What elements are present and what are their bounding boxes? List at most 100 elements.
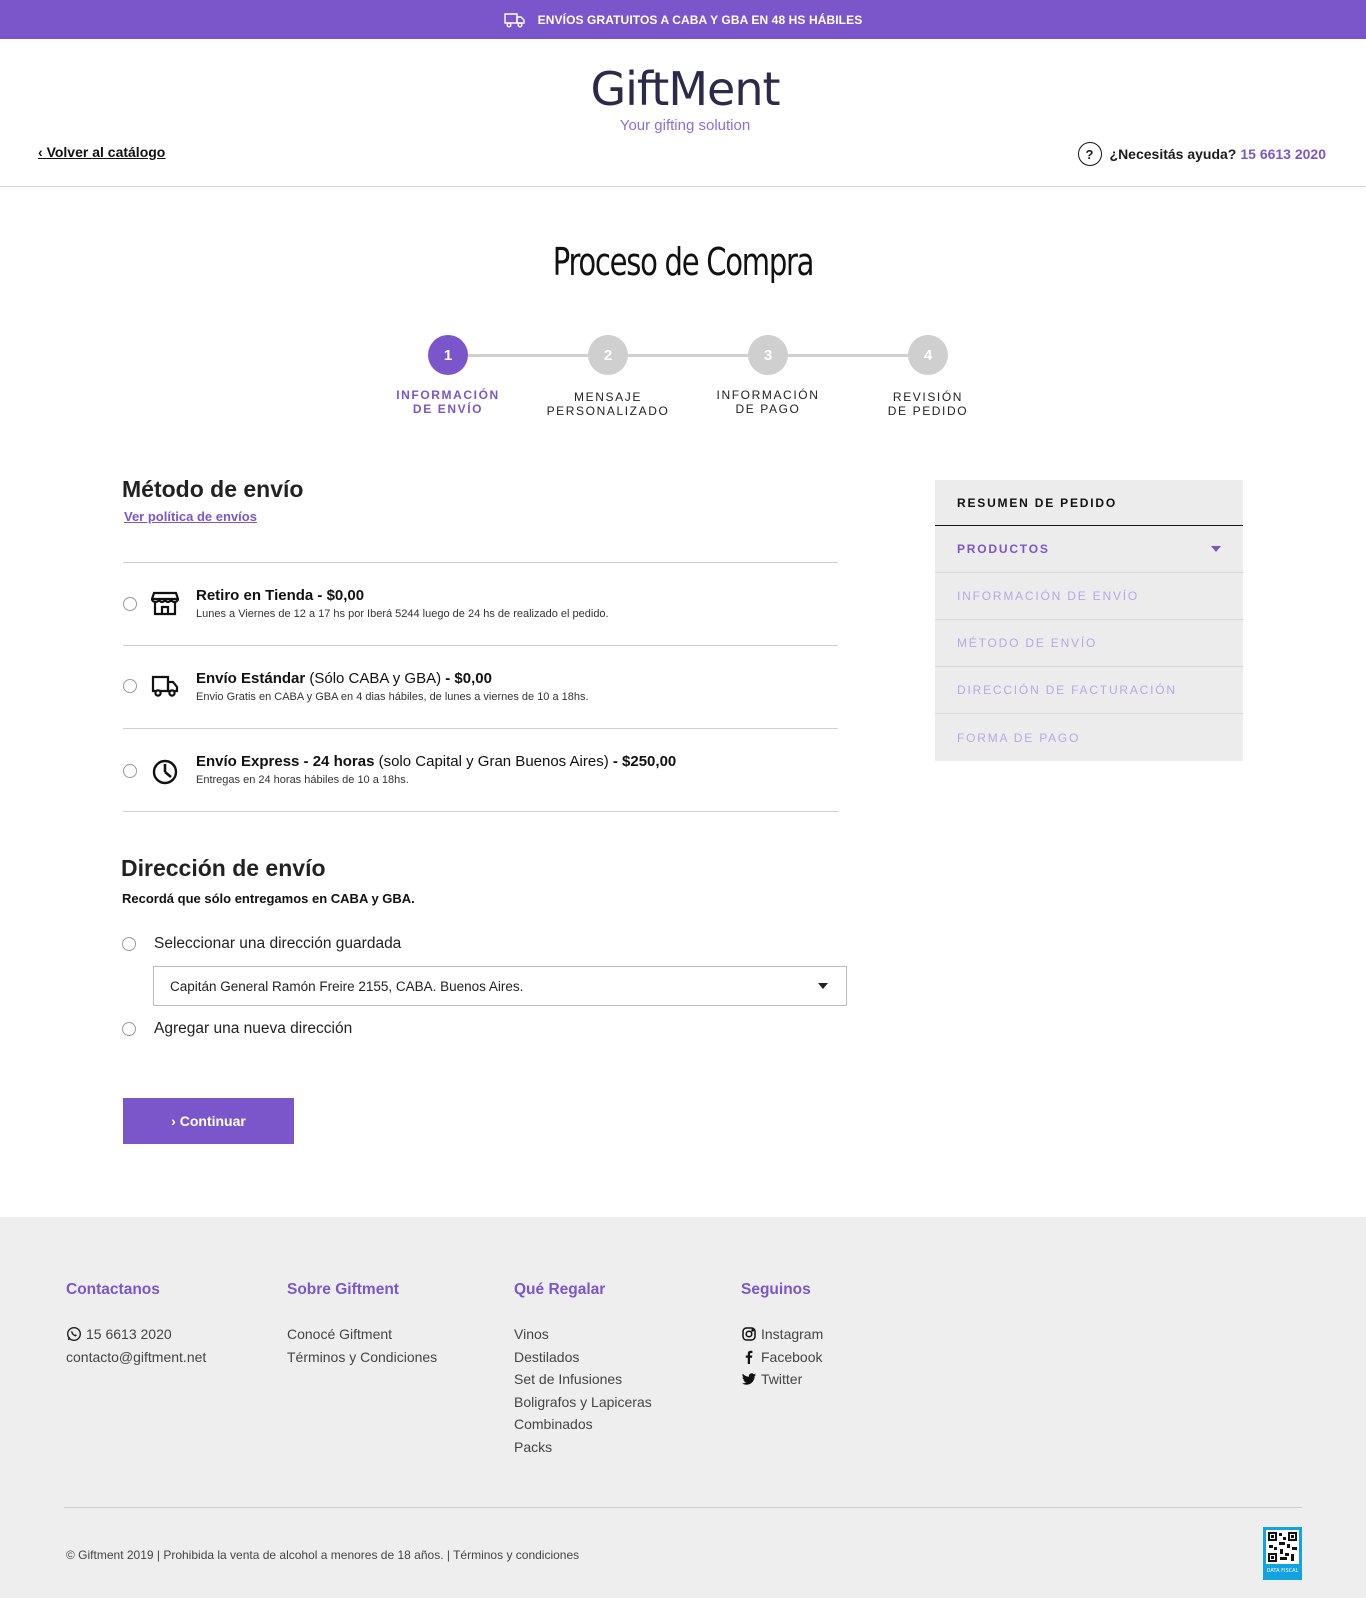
step-3[interactable]: 3 Información de pago — [698, 335, 838, 416]
footer-link-combinados[interactable]: Combinados — [514, 1413, 652, 1436]
footer-contact: Contactanos 15 6613 2020 contacto@giftme… — [66, 1281, 206, 1368]
store-pickup-desc: Lunes a Viernes de 12 a 17 hs por Iberá … — [196, 608, 609, 620]
step-3-label-line1: Información — [716, 388, 820, 402]
summary-item-shipping-info[interactable]: Información de envío — [935, 573, 1243, 620]
page-title: Proceso de Compra — [552, 240, 815, 284]
summary-item-payment[interactable]: Forma de pago — [935, 714, 1243, 761]
footer-link-infusiones[interactable]: Set de Infusiones — [514, 1368, 652, 1391]
footer-about: Sobre Giftment Conocé Giftment Términos … — [287, 1281, 437, 1368]
express-note: (solo Capital y Gran Buenos Aires) — [374, 753, 609, 770]
twitter-label: Twitter — [761, 1371, 803, 1387]
truck-icon — [503, 12, 526, 28]
twitter-icon — [741, 1371, 757, 1387]
shipping-address-heading: Dirección de envío — [121, 855, 326, 881]
footer-gifts: Qué Regalar Vinos Destilados Set de Infu… — [514, 1281, 652, 1458]
footer-link-vinos[interactable]: Vinos — [514, 1323, 652, 1346]
saved-address-select[interactable]: Capitán General Ramón Freire 2155, CABA.… — [153, 966, 847, 1006]
shipping-method-heading: Método de envío — [122, 476, 304, 502]
shipping-option-standard[interactable]: Envío Estándar (Sólo CABA y GBA) - $0,00… — [123, 646, 838, 729]
help-label: ¿Necesitás ayuda? — [1109, 146, 1237, 162]
site-footer: Contactanos 15 6613 2020 contacto@giftme… — [0, 1217, 1366, 1598]
footer-about-heading: Sobre Giftment — [287, 1281, 399, 1298]
step-4-number: 4 — [908, 335, 948, 375]
footer-link-terms[interactable]: Términos y Condiciones — [287, 1346, 437, 1369]
site-header: ‹ Volver al catálogo GiftMent Your gifti… — [0, 39, 1366, 187]
saved-address-value: Capitán General Ramón Freire 2155, CABA.… — [170, 978, 524, 994]
radio-new-address[interactable] — [122, 1022, 136, 1036]
footer-contact-heading: Contactanos — [66, 1281, 160, 1298]
qr-code-icon: DATA FISCAL — [1266, 1530, 1299, 1574]
footer-copyright: © Giftment 2019 | Prohibida la venta de … — [66, 1548, 580, 1562]
footer-link-destilados[interactable]: Destilados — [514, 1346, 652, 1369]
saved-address-label: Seleccionar una dirección guardada — [154, 935, 402, 952]
footer-link-twitter[interactable]: Twitter — [741, 1368, 823, 1391]
data-fiscal-badge[interactable]: DATA FISCAL — [1263, 1527, 1302, 1580]
logo-tagline: Your gifting solution — [619, 117, 751, 134]
footer-link-boligrafos[interactable]: Boligrafos y Lapiceras — [514, 1391, 652, 1414]
shipping-policy-link[interactable]: Ver política de envíos — [124, 509, 257, 524]
instagram-icon — [741, 1326, 757, 1342]
saved-address-option[interactable]: Seleccionar una dirección guardada — [122, 935, 401, 953]
address-note: Recordá que sólo entregamos en CABA y GB… — [122, 891, 415, 906]
store-icon — [150, 589, 180, 617]
logo-wordmark: GiftMent — [590, 62, 780, 116]
continue-button[interactable]: › Continuar — [123, 1098, 294, 1144]
step-1-number: 1 — [428, 335, 468, 375]
footer-phone-link[interactable]: 15 6613 2020 — [66, 1323, 206, 1346]
footer-divider — [64, 1507, 1302, 1508]
express-price: - $250,00 — [608, 753, 677, 770]
footer-link-facebook[interactable]: Facebook — [741, 1346, 823, 1369]
step-1[interactable]: 1 Información de envío — [378, 335, 518, 416]
radio-saved-address[interactable] — [122, 937, 136, 951]
step-4-label-line2: de pedido — [887, 404, 969, 418]
standard-price: - $0,00 — [441, 670, 492, 687]
facebook-label: Facebook — [761, 1348, 823, 1365]
step-2[interactable]: 2 Mensaje personalizado — [538, 335, 678, 418]
footer-link-about[interactable]: Conocé Giftment — [287, 1323, 437, 1346]
step-3-label-line2: de pago — [735, 402, 801, 416]
radio-standard[interactable] — [123, 679, 137, 693]
data-fiscal-label: DATA FISCAL — [1267, 1568, 1299, 1574]
step-4[interactable]: 4 Revisión de pedido — [858, 335, 998, 418]
radio-store-pickup[interactable] — [123, 597, 137, 611]
shipping-option-express[interactable]: Envío Express - 24 horas (solo Capital y… — [123, 729, 838, 812]
help-phone-link[interactable]: 15 6613 2020 — [1240, 146, 1326, 162]
instagram-label: Instagram — [761, 1326, 824, 1342]
footer-gifts-heading: Qué Regalar — [514, 1281, 606, 1298]
step-3-number: 3 — [748, 335, 788, 375]
summary-item-shipping-method[interactable]: Método de envío — [935, 620, 1243, 667]
step-2-label-line1: Mensaje — [574, 390, 642, 404]
facebook-icon — [741, 1349, 757, 1365]
summary-item-billing-address[interactable]: Dirección de facturación — [935, 667, 1243, 714]
footer-social: Seguinos Instagram Facebook Twitter — [741, 1281, 823, 1391]
whatsapp-icon — [66, 1326, 82, 1342]
summary-item-products[interactable]: Productos — [935, 526, 1243, 573]
new-address-label: Agregar una nueva dirección — [154, 1020, 353, 1037]
footer-link-packs[interactable]: Packs — [514, 1436, 652, 1459]
question-icon: ? — [1077, 142, 1102, 166]
order-summary-heading: Resumen de pedido — [935, 480, 1243, 526]
checkout-stepper: 1 Información de envío 2 Mensaje personali… — [0, 335, 1366, 425]
store-pickup-title: Retiro en Tienda — [196, 587, 314, 604]
order-summary: Resumen de pedido Productos Información … — [935, 480, 1243, 761]
promo-bar: ENVÍOS GRATUITOS A CABA Y GBA EN 48 HS H… — [0, 0, 1366, 39]
standard-note: (Sólo CABA y GBA) — [305, 670, 442, 687]
summary-products-label: Productos — [957, 542, 1050, 556]
new-address-option[interactable]: Agregar una nueva dirección — [122, 1020, 352, 1038]
radio-express[interactable] — [123, 764, 137, 778]
footer-link-instagram[interactable]: Instagram — [741, 1323, 823, 1346]
shipping-options-list: Retiro en Tienda - $0,00 Lunes a Viernes… — [123, 562, 838, 812]
back-to-catalog-link[interactable]: ‹ Volver al catálogo — [38, 144, 165, 160]
promo-text: ENVÍOS GRATUITOS A CABA Y GBA EN 48 HS H… — [537, 12, 863, 27]
step-2-label-line2: personalizado — [546, 404, 670, 418]
back-chevron: ‹ — [38, 144, 43, 160]
giftment-logo[interactable]: GiftMent Your gifting solution — [580, 63, 790, 134]
store-pickup-price: - $0,00 — [313, 587, 365, 604]
footer-social-heading: Seguinos — [741, 1281, 811, 1298]
truck-icon — [151, 673, 179, 701]
step-4-label-line1: Revisión — [892, 390, 964, 404]
step-1-label-line2: de envío — [412, 402, 484, 416]
chevron-down-icon — [818, 983, 828, 989]
shipping-option-store-pickup[interactable]: Retiro en Tienda - $0,00 Lunes a Viernes… — [123, 563, 838, 646]
footer-email-link[interactable]: contacto@giftment.net — [66, 1346, 206, 1369]
